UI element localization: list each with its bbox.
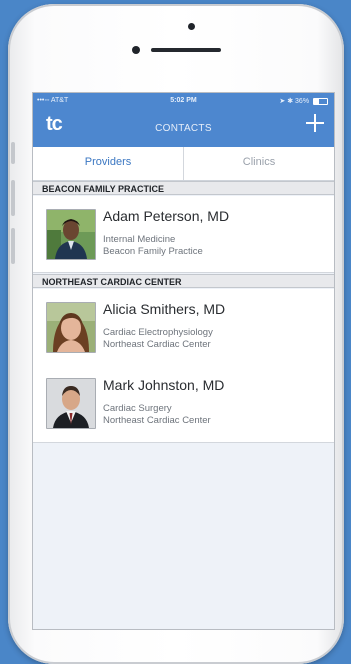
volume-down-button: [11, 228, 15, 264]
nav-bar: •••◦◦ AT&T 5:02 PM ➤ ✱ 36% tc CONTACTS: [33, 93, 334, 147]
app-screen: •••◦◦ AT&T 5:02 PM ➤ ✱ 36% tc CONTACTS P…: [33, 93, 334, 629]
contact-name: Alicia Smithers, MD: [103, 301, 226, 317]
battery-icon: [313, 97, 328, 105]
status-right: ➤ ✱ 36%: [279, 97, 328, 105]
avatar: [46, 378, 96, 429]
contact-practice: Northeast Cardiac Center: [103, 415, 211, 426]
status-bar: •••◦◦ AT&T 5:02 PM ➤ ✱ 36%: [33, 93, 334, 109]
contact-practice: Northeast Cardiac Center: [103, 339, 211, 350]
contact-row-alicia-smithers[interactable]: Alicia Smithers, MD Cardiac Electrophysi…: [33, 289, 334, 367]
front-camera: [188, 23, 195, 30]
battery-percent: 36%: [295, 98, 310, 105]
avatar-photo-icon: [47, 210, 95, 259]
contact-name: Mark Johnston, MD: [103, 377, 225, 393]
contact-row-mark-johnston[interactable]: Mark Johnston, MD Cardiac Surgery Northe…: [33, 366, 334, 443]
section-header-northeast: NORTHEAST CARDIAC CENTER: [33, 274, 334, 288]
section-header-beacon: BEACON FAMILY PRACTICE: [33, 181, 334, 195]
add-contact-icon[interactable]: [304, 112, 326, 134]
location-icon: ➤: [279, 98, 286, 105]
avatar-photo-icon: [47, 303, 95, 352]
contact-specialty: Internal Medicine: [103, 234, 176, 245]
bluetooth-icon: ✱: [287, 98, 294, 105]
segmented-tabs: Providers Clinics: [33, 147, 334, 181]
contact-name: Adam Peterson, MD: [103, 208, 230, 224]
tab-providers[interactable]: Providers: [33, 147, 183, 180]
contact-specialty: Cardiac Surgery: [103, 403, 172, 414]
avatar: [46, 209, 96, 260]
contact-specialty: Cardiac Electrophysiology: [103, 327, 213, 338]
proximity-sensor: [132, 46, 140, 54]
contact-row-adam-peterson[interactable]: Adam Peterson, MD Internal Medicine Beac…: [33, 196, 334, 273]
page-title: CONTACTS: [155, 123, 212, 134]
contact-practice: Beacon Family Practice: [103, 246, 203, 257]
avatar: [46, 302, 96, 353]
mute-switch: [11, 142, 15, 164]
tab-clinics[interactable]: Clinics: [184, 147, 334, 180]
volume-up-button: [11, 180, 15, 216]
earpiece-speaker: [151, 48, 221, 52]
avatar-photo-icon: [47, 379, 95, 428]
